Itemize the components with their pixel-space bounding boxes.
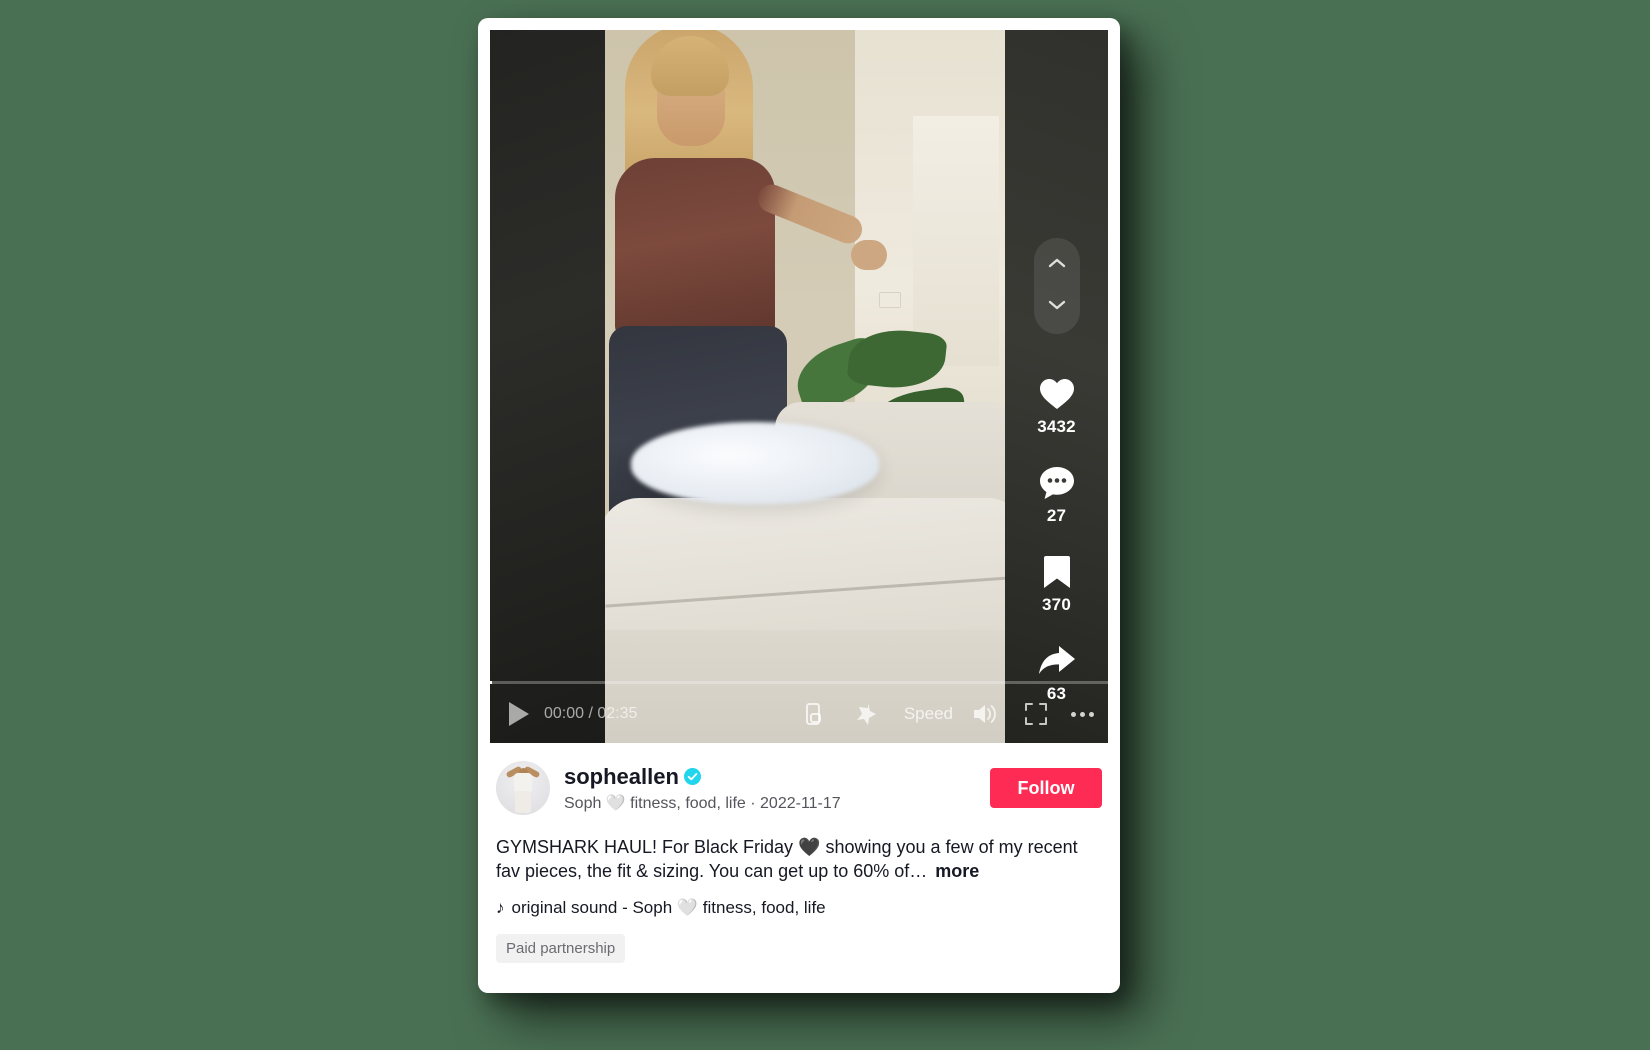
- page-root: 3432 27 370 63 00:00 / 02:35 Speed sophe…: [0, 0, 1650, 1050]
- chevron-down-icon[interactable]: [1047, 298, 1067, 316]
- more-link[interactable]: more: [935, 861, 979, 881]
- picture-in-picture-icon[interactable]: [800, 697, 834, 731]
- music-title: original sound - Soph 🤍 fitness, food, l…: [511, 897, 826, 917]
- comment-count: 27: [1046, 506, 1067, 525]
- scene-door: [913, 116, 999, 366]
- auto-scroll-icon[interactable]: [850, 697, 884, 731]
- speed-button[interactable]: Speed: [904, 704, 953, 724]
- video-post-card: 3432 27 370 63 00:00 / 02:35 Speed sophe…: [478, 18, 1120, 993]
- comment-button[interactable]: 27: [1037, 463, 1077, 526]
- caption-text: GYMSHARK HAUL! For Black Friday 🖤 showin…: [496, 837, 1078, 882]
- video-controls: 00:00 / 02:35 Speed: [490, 681, 1108, 743]
- post-caption: GYMSHARK HAUL! For Black Friday 🖤 showin…: [496, 835, 1102, 884]
- bookmark-button[interactable]: 370: [1037, 552, 1077, 615]
- video-player[interactable]: 3432 27 370 63 00:00 / 02:35 Speed: [490, 30, 1108, 743]
- paid-partnership-badge: Paid partnership: [496, 933, 626, 963]
- scene-flying-pillow: [631, 422, 879, 504]
- username[interactable]: sopheallen: [564, 764, 679, 790]
- post-meta: sopheallen Soph 🤍 fitness, food, life · …: [490, 743, 1108, 963]
- progress-bar[interactable]: [490, 681, 1108, 684]
- person-hand: [851, 240, 887, 270]
- verified-badge-icon: [683, 768, 701, 785]
- fullscreen-icon[interactable]: [1019, 697, 1053, 731]
- chevron-up-icon[interactable]: [1047, 256, 1067, 274]
- share-icon: [1037, 641, 1077, 681]
- scene-light-switch: [879, 292, 901, 308]
- letterbox-left: [490, 30, 605, 743]
- play-icon[interactable]: [504, 699, 534, 729]
- avatar[interactable]: [496, 761, 550, 815]
- action-rail: 3432 27 370 63: [1005, 30, 1108, 743]
- bookmark-icon: [1037, 552, 1077, 592]
- video-frame: [605, 30, 1005, 743]
- author-subtitle: Soph 🤍 fitness, food, life · 2022-11-17: [564, 794, 841, 812]
- author-names: sopheallen Soph 🤍 fitness, food, life · …: [564, 764, 978, 813]
- music-note-icon: ♪: [496, 897, 505, 917]
- volume-icon[interactable]: [969, 697, 1003, 731]
- follow-button[interactable]: Follow: [990, 768, 1102, 808]
- heart-icon: [1037, 374, 1077, 414]
- more-options-icon[interactable]: [1071, 711, 1094, 717]
- person-torso: [615, 158, 775, 338]
- author-row: sopheallen Soph 🤍 fitness, food, life · …: [496, 761, 1102, 815]
- like-count: 3432: [1037, 417, 1076, 436]
- comment-icon: [1037, 463, 1077, 503]
- bookmark-count: 370: [1042, 595, 1071, 614]
- like-button[interactable]: 3432: [1037, 374, 1077, 437]
- time-display: 00:00 / 02:35: [544, 705, 638, 722]
- music-row[interactable]: ♪ original sound - Soph 🤍 fitness, food,…: [496, 898, 1102, 918]
- video-nav-pill: [1033, 238, 1080, 334]
